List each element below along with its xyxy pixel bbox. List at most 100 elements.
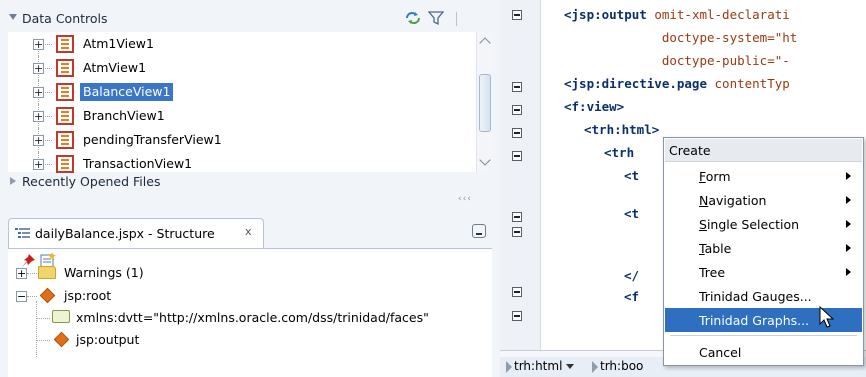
create-context-menu[interactable]: Create Form Navigation Single Selection … <box>663 137 864 366</box>
code-line[interactable]: <trh <box>604 145 634 160</box>
tree-item[interactable]: + AtmView1 <box>8 56 478 80</box>
fold-icon[interactable] <box>512 227 522 237</box>
collapse-icon[interactable]: − <box>16 291 27 302</box>
fold-icon[interactable] <box>512 128 522 138</box>
code-line[interactable]: <f <box>624 289 639 304</box>
expand-icon[interactable]: + <box>33 135 44 146</box>
structure-node-attribute[interactable]: xmlns:dvtt="http://xmlns.oracle.com/dss/… <box>36 307 476 329</box>
structure-node-warnings[interactable]: + Warnings (1) <box>16 262 316 284</box>
menu-item-form[interactable]: Form <box>665 164 862 188</box>
tree-item[interactable]: + TransactionView1 <box>8 152 478 173</box>
menu-item-label: Cancel <box>699 345 742 360</box>
submenu-arrow-icon <box>846 244 851 252</box>
code-tag: <f <box>624 289 640 304</box>
menu-header-label: Create <box>669 143 711 158</box>
menu-item-cancel[interactable]: Cancel <box>665 340 862 364</box>
tree-item-label: BalanceView1 <box>80 83 174 101</box>
breadcrumb-label: trh:html <box>514 359 563 373</box>
fold-icon[interactable] <box>512 212 522 222</box>
scroll-thumb[interactable] <box>479 74 491 132</box>
tree-item-selected[interactable]: + BalanceView1 <box>8 80 478 104</box>
code-tag: <trh:html> <box>584 122 660 137</box>
breadcrumb-item[interactable]: trh:html <box>506 359 575 375</box>
expand-icon[interactable]: + <box>33 63 44 74</box>
editor-margin <box>541 0 545 355</box>
code-attr: doctype-system="ht <box>564 30 798 45</box>
filter-icon[interactable] <box>428 10 444 26</box>
structure-node-jsp-root[interactable]: − jsp:root <box>16 285 316 307</box>
collapse-triangle-icon[interactable] <box>9 14 17 20</box>
editor-gutter <box>500 0 541 355</box>
menu-item-label: Trinidad Gauges... <box>699 289 812 304</box>
fold-icon[interactable] <box>512 82 522 92</box>
fold-icon[interactable] <box>512 151 522 161</box>
menu-item-single-selection[interactable]: Single Selection <box>665 212 862 236</box>
fold-icon[interactable] <box>512 105 522 115</box>
code-tag: <jsp:output <box>564 7 647 22</box>
menu-item-label: Single Selection <box>699 217 799 232</box>
breadcrumb-item[interactable]: trh:boo <box>592 359 643 375</box>
structure-node-jsp-output[interactable]: jsp:output <box>36 329 336 351</box>
menu-item-label: Table <box>699 241 731 256</box>
code-line[interactable]: <f:view> <box>564 99 624 114</box>
menu-item-label: Trinidad Graphs... <box>699 313 810 328</box>
scroll-down-icon[interactable] <box>479 154 491 166</box>
data-controls-header[interactable]: Data Controls <box>0 8 500 30</box>
menu-item-text: able <box>704 241 732 256</box>
recently-opened-files-header[interactable]: Recently Opened Files <box>0 172 500 192</box>
fold-icon[interactable] <box>512 311 522 321</box>
data-controls-tree[interactable]: + Atm1View1 + AtmView1 + BalanceView1 + … <box>8 32 492 173</box>
mnemonic: N <box>699 193 709 208</box>
tree-item[interactable]: + Atm1View1 <box>8 32 478 56</box>
breadcrumb-label: trh:boo <box>600 359 644 373</box>
fold-icon[interactable] <box>512 10 522 20</box>
code-line[interactable]: doctype-public="- <box>564 53 790 68</box>
code-attr: omit-xml-declarati <box>646 7 790 22</box>
data-collection-icon <box>56 59 74 77</box>
code-line[interactable]: </ <box>624 268 639 283</box>
attribute-icon <box>52 310 70 323</box>
tree-item[interactable]: + BranchView1 <box>8 104 478 128</box>
expand-icon[interactable]: + <box>33 111 44 122</box>
code-line[interactable]: <jsp:output omit-xml-declarati <box>564 7 790 22</box>
breadcrumb-arrow-icon <box>506 361 512 373</box>
expand-icon[interactable]: + <box>33 159 44 170</box>
expand-triangle-icon[interactable] <box>10 177 16 185</box>
menu-item-tree[interactable]: Tree <box>665 260 862 284</box>
tree-line <box>27 273 37 274</box>
code-line[interactable]: <jsp:directive.page contentTyp <box>564 76 790 91</box>
element-icon <box>39 287 56 304</box>
menu-item-navigation[interactable]: Navigation <box>665 188 862 212</box>
menu-item-trinidad-gauges[interactable]: Trinidad Gauges... <box>665 284 862 308</box>
collapse-chevrons-icon[interactable]: ‹‹‹ <box>458 194 472 204</box>
code-line[interactable]: <t <box>624 206 639 221</box>
tab-structure[interactable]: dailyBalance.jspx - Structure x <box>8 218 264 248</box>
tree-line <box>27 296 37 297</box>
code-line[interactable]: <trh:html> <box>584 122 659 137</box>
code-tag: <jsp:directive.page <box>564 76 707 91</box>
expand-icon[interactable]: + <box>16 268 27 279</box>
tree-item-label: BranchView1 <box>83 108 165 123</box>
menu-separator <box>670 335 857 336</box>
refresh-icon[interactable] <box>404 10 422 26</box>
tree-scrollbar[interactable] <box>476 32 492 172</box>
data-collection-icon <box>56 155 74 173</box>
data-collection-icon <box>56 83 74 101</box>
code-line[interactable]: doctype-system="ht <box>564 30 797 45</box>
scroll-up-icon[interactable] <box>479 37 491 49</box>
submenu-arrow-icon <box>846 196 851 204</box>
menu-item-text: orm <box>705 169 731 184</box>
minimize-button[interactable] <box>472 224 486 238</box>
data-controls-title: Data Controls <box>22 11 108 26</box>
chevron-down-icon[interactable] <box>566 364 575 369</box>
code-line[interactable]: <t <box>624 168 639 183</box>
code-tag: <f:view> <box>564 99 625 114</box>
menu-item-table[interactable]: Table <box>665 236 862 260</box>
close-icon[interactable]: x <box>245 225 252 238</box>
mouse-pointer-icon <box>819 306 835 328</box>
expand-icon[interactable]: + <box>33 39 44 50</box>
expand-icon[interactable]: + <box>33 87 44 98</box>
tree-item[interactable]: + pendingTransferView1 <box>8 128 478 152</box>
element-icon <box>53 331 70 348</box>
fold-icon[interactable] <box>512 287 522 297</box>
